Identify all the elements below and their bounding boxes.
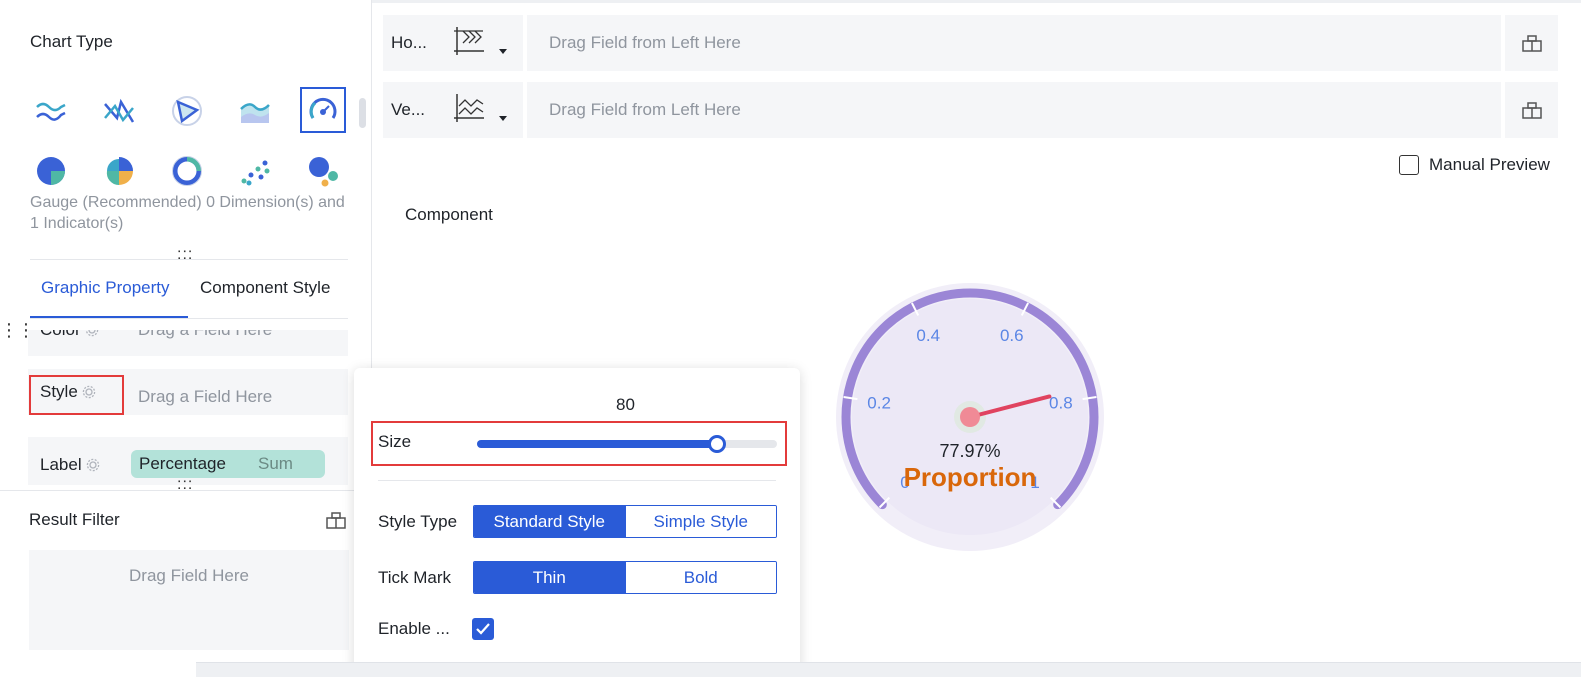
bold-tick-button[interactable]: Bold [624, 562, 776, 593]
vertical-axis-placeholder: Drag Field from Left Here [549, 100, 741, 119]
tabs-divider [30, 318, 348, 319]
size-value: 80 [616, 395, 635, 414]
manual-preview-label: Manual Preview [1429, 155, 1550, 174]
divider [30, 259, 348, 260]
horizontal-axis-row: Ho... Drag Field from Left Here [383, 15, 1558, 71]
horizontal-axis-dropzone[interactable]: Drag Field from Left Here [527, 15, 1501, 71]
horizontal-axis-selector[interactable]: Ho... [383, 15, 523, 71]
standard-style-button[interactable]: Standard Style [474, 506, 625, 537]
gauge-caption: Proportion [904, 462, 1037, 492]
style-type-toggle: Standard Style Simple Style [473, 505, 777, 538]
gauge-tick-label: 0.4 [916, 326, 940, 345]
size-slider-thumb[interactable] [708, 435, 726, 453]
tab-component-style[interactable]: Component Style [200, 278, 330, 298]
radar-chart-icon[interactable] [164, 88, 210, 134]
enable-label: Enable ... [378, 619, 450, 638]
percentage-field-pill[interactable]: Percentage Sum [131, 450, 325, 478]
resize-handle[interactable]: ::: [177, 476, 193, 494]
size-highlight-box: Size [371, 421, 787, 466]
popup-divider [378, 480, 776, 481]
tick-mark-toggle: Thin Bold [473, 561, 777, 594]
pill-primary-label: Percentage [139, 454, 226, 473]
manual-preview-toggle[interactable]: Manual Preview [1399, 155, 1550, 175]
gauge-chart-icon[interactable] [300, 87, 346, 133]
manual-preview-checkbox[interactable] [1399, 155, 1419, 175]
chart-description: Gauge (Recommended) 0 Dimension(s) and 1… [30, 194, 345, 232]
tab-graphic-property[interactable]: Graphic Property [41, 278, 170, 298]
result-filter-title: Result Filter [29, 510, 120, 529]
style-highlight-box [29, 375, 124, 415]
pie-chart-icon[interactable] [28, 148, 74, 194]
chevron-down-icon[interactable] [499, 49, 507, 54]
donut-chart-icon[interactable] [164, 148, 210, 194]
vertical-axis-filter-button[interactable] [1505, 82, 1558, 138]
resize-handle[interactable]: ::: [177, 246, 193, 264]
gear-icon[interactable] [85, 323, 99, 337]
size-label: Size [378, 432, 412, 451]
result-filter-dropzone[interactable]: Drag Field Here [29, 550, 349, 650]
horizontal-scrollbar[interactable] [196, 662, 1581, 677]
result-filter-placeholder: Drag Field Here [129, 566, 249, 585]
color-drop-placeholder: Drag a Field Here [138, 320, 273, 339]
section-divider [0, 490, 372, 491]
component-label: Component [405, 205, 493, 224]
gear-icon[interactable] [86, 458, 100, 472]
area-chart-icon[interactable] [232, 88, 278, 134]
simple-style-button[interactable]: Simple Style [624, 506, 776, 537]
horizontal-axis-placeholder: Drag Field from Left Here [549, 33, 741, 52]
horizontal-axis-label: Ho... [391, 33, 427, 52]
vertical-axis-selector[interactable]: Ve... [383, 82, 523, 138]
bubble-chart-icon[interactable] [300, 148, 346, 194]
left-panel: Chart Type Gauge (Recommended) 0 Dimensi… [0, 0, 372, 677]
vertical-axis-label: Ve... [391, 100, 426, 119]
gauge-pivot [960, 407, 980, 427]
checkmark-icon [476, 623, 490, 635]
enable-checkbox[interactable] [472, 618, 494, 640]
size-slider[interactable] [477, 435, 777, 453]
chart-type-title: Chart Type [30, 32, 113, 51]
style-type-label: Style Type [378, 512, 458, 531]
rose-pie-chart-icon[interactable] [96, 148, 142, 194]
style-settings-popup: 80 Size Style Type Standard Style Simple… [354, 368, 800, 673]
pill-secondary-label: Sum [258, 454, 293, 473]
size-slider-fill [477, 440, 717, 448]
horizontal-axis-icon [454, 27, 484, 55]
horizontal-axis-filter-button[interactable] [1505, 15, 1558, 71]
tick-mark-label: Tick Mark [378, 568, 452, 587]
gauge-value-label: 77.97% [939, 441, 1000, 461]
label-label: Label [40, 455, 82, 474]
style-drop-placeholder: Drag a Field Here [138, 387, 273, 406]
thin-tick-button[interactable]: Thin [474, 562, 625, 593]
vertical-axis-icon [454, 94, 484, 122]
filter-box-icon [1521, 35, 1542, 52]
gauge-chart: 00.20.4 0.60.81 77.97% Proportion [836, 283, 1104, 551]
chevron-down-icon[interactable] [499, 116, 507, 121]
gauge-tick-label: 0.6 [1000, 326, 1024, 345]
filter-box-icon [1521, 102, 1542, 119]
filter-box-icon[interactable] [326, 511, 346, 529]
wave-line-chart-icon[interactable] [28, 88, 74, 134]
vertical-axis-row: Ve... Drag Field from Left Here [383, 82, 1558, 138]
gauge-tick-label: 0.2 [867, 394, 891, 413]
color-label: Color [40, 320, 81, 339]
chart-type-scrollbar[interactable] [359, 98, 366, 128]
gauge-tick-label: 0.8 [1049, 394, 1073, 413]
crossed-line-chart-icon[interactable] [96, 88, 142, 134]
vertical-axis-dropzone[interactable]: Drag Field from Left Here [527, 82, 1501, 138]
scatter-chart-icon[interactable] [232, 148, 278, 194]
